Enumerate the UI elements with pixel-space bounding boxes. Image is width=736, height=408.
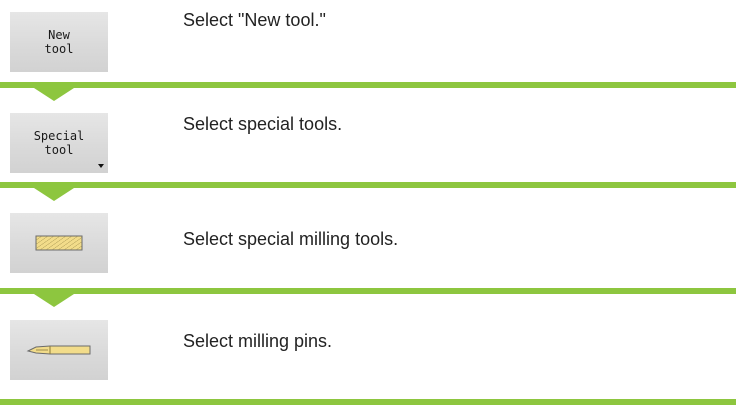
step-divider <box>0 82 736 88</box>
down-arrow-icon <box>34 294 74 307</box>
step-divider <box>0 288 736 294</box>
milling-pin-icon <box>26 345 91 355</box>
milling-pins-softkey[interactable] <box>10 320 108 380</box>
new-tool-softkey[interactable]: New tool <box>10 12 108 72</box>
special-milling-tool-icon <box>35 235 83 251</box>
softkey-label: Special tool <box>33 129 85 157</box>
down-arrow-icon <box>34 188 74 201</box>
softkey-label: New tool <box>44 28 74 56</box>
special-milling-tools-softkey[interactable] <box>10 213 108 273</box>
instruction-text: Select special milling tools. <box>183 229 399 249</box>
dropdown-indicator-icon <box>98 164 104 168</box>
instruction-text: Select special tools. <box>183 114 343 134</box>
step-divider <box>0 182 736 188</box>
down-arrow-icon <box>34 88 74 101</box>
instruction-text: Select "New tool." <box>183 10 326 30</box>
instruction-text: Select milling pins. <box>183 331 333 351</box>
special-tool-softkey[interactable]: Special tool <box>10 113 108 173</box>
step-divider <box>0 399 736 405</box>
